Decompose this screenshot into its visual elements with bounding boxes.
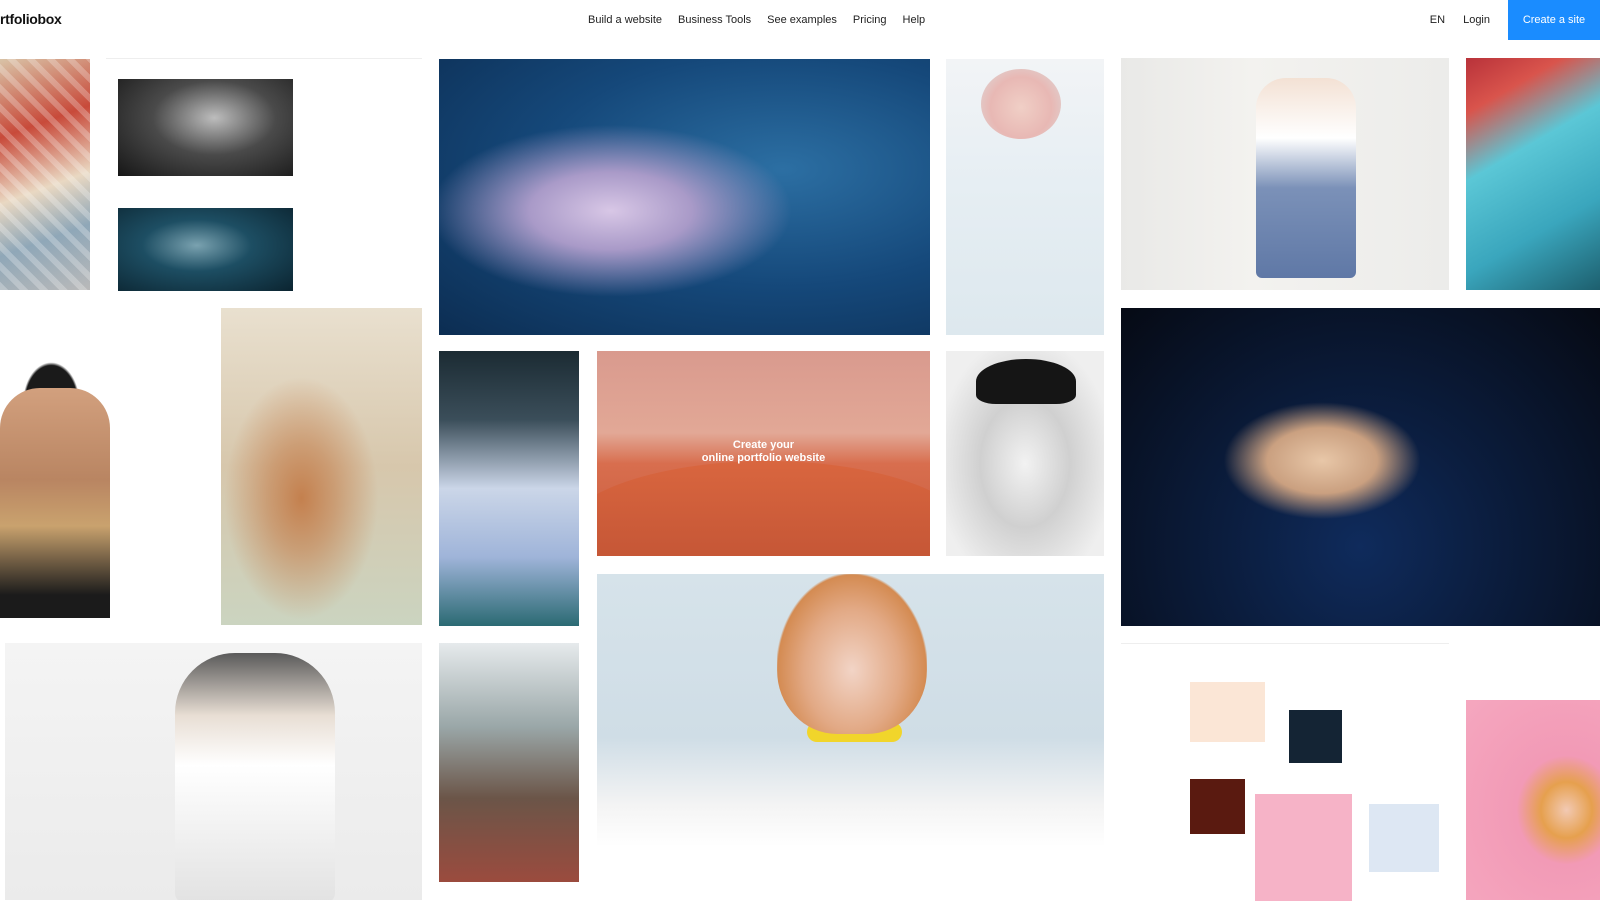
dune-shape [597, 461, 930, 556]
nav-help[interactable]: Help [903, 14, 926, 26]
illustration-thumbnail [1255, 794, 1352, 901]
portfolio-image-pattern[interactable] [0, 59, 90, 290]
login-link[interactable]: Login [1463, 14, 1490, 26]
nav-build-a-website[interactable]: Build a website [588, 14, 662, 26]
portfolio-image-illustrations[interactable] [1121, 643, 1449, 901]
header-actions: EN Login Create a site [1430, 0, 1600, 40]
illustration-thumbnail [1190, 779, 1245, 834]
portfolio-image-mask[interactable] [0, 308, 205, 625]
portfolio-image-dog[interactable] [5, 643, 422, 900]
collar-shape [807, 722, 902, 742]
illustration-thumbnail [1190, 682, 1265, 742]
portfolio-image-portrait[interactable] [1121, 308, 1600, 626]
preview-thumbnail [118, 208, 293, 291]
portfolio-image-pink-mirror[interactable] [1466, 643, 1600, 900]
portfolio-image-camera[interactable] [439, 643, 579, 882]
nav-pricing[interactable]: Pricing [853, 14, 887, 26]
portfolio-image-car[interactable] [1466, 58, 1600, 290]
hero-line-1: Create your [732, 439, 795, 451]
portfolio-image-redhead[interactable] [597, 574, 1104, 847]
create-site-button[interactable]: Create a site [1508, 0, 1600, 40]
main-nav: Build a website Business Tools See examp… [588, 0, 925, 40]
hero-headline: Create your online portfolio website [597, 439, 930, 465]
language-selector[interactable]: EN [1430, 14, 1445, 26]
portfolio-image-white-coat[interactable] [946, 59, 1104, 335]
nav-see-examples[interactable]: See examples [767, 14, 837, 26]
hero-desert-image[interactable]: Create your online portfolio website [597, 351, 930, 556]
portfolio-image-site-preview[interactable] [106, 58, 422, 305]
top-navigation-bar: rtfoliobox Build a website Business Tool… [0, 0, 1600, 40]
preview-thumbnail [118, 79, 293, 176]
portfolio-image-seated-woman[interactable] [1121, 58, 1449, 290]
portfolio-image-phone[interactable] [439, 59, 930, 335]
brand-logo[interactable]: rtfoliobox [0, 11, 62, 27]
nav-business-tools[interactable]: Business Tools [678, 14, 751, 26]
pink-photo [1466, 700, 1600, 900]
illustration-thumbnail [1289, 710, 1342, 763]
hero-line-2: online portfolio website [701, 452, 826, 464]
portfolio-image-hat[interactable] [946, 351, 1104, 556]
illustration-thumbnail [1369, 804, 1439, 872]
portfolio-image-painting[interactable] [221, 308, 422, 625]
portfolio-image-concert[interactable] [439, 351, 579, 626]
